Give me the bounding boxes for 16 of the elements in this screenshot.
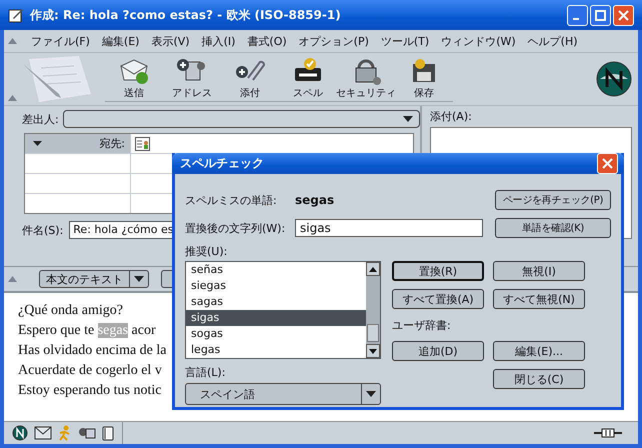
body-line: Acuerdate de cogerlo el v <box>18 362 162 380</box>
suggestions-label: 推奨(U): <box>185 244 228 259</box>
language-label: 言語(L): <box>185 365 226 380</box>
replace-with-label: 置換後の文字列(W): <box>185 220 286 236</box>
misspelled-word: segas <box>295 193 336 207</box>
subject-label: 件名(S): <box>22 222 64 238</box>
body-line: ¿Qué onda amigo? <box>18 302 123 320</box>
body-line: Has olvidado encima de la <box>18 342 167 360</box>
attachments-label: 添付(A): <box>430 109 473 124</box>
body-line: Estoy esperando tus notic <box>18 382 162 400</box>
user-dictionary-label: ユーザ辞書: <box>392 318 452 333</box>
dialog-title: スペルチェック <box>180 155 264 172</box>
body-line: Espero que te segas acor <box>18 322 156 340</box>
misspelled-label: スペルミスの単語: <box>185 192 278 208</box>
from-label: 差出人: <box>22 112 59 126</box>
window-title: 作成: Re: hola ?como estas? - 欧米 (ISO-8859-1) <box>30 6 342 24</box>
